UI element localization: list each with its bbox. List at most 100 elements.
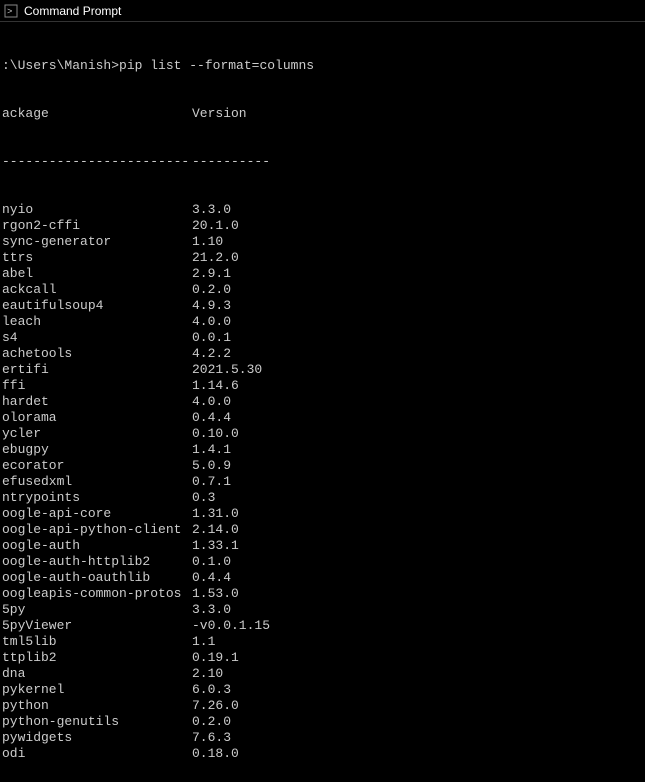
prompt-path: :\Users\Manish>	[2, 58, 119, 73]
package-version: 2.14.0	[192, 522, 239, 538]
package-row: oogle-auth-oauthlib0.4.4	[2, 570, 643, 586]
package-name: ttplib2	[2, 650, 192, 666]
package-row: python-genutils0.2.0	[2, 714, 643, 730]
package-row: s40.0.1	[2, 330, 643, 346]
package-name: ebugpy	[2, 442, 192, 458]
window-title: Command Prompt	[24, 4, 121, 18]
package-name: oogleapis-common-protos	[2, 586, 192, 602]
package-name: ecorator	[2, 458, 192, 474]
package-version: 20.1.0	[192, 218, 239, 234]
package-version: 0.0.1	[192, 330, 231, 346]
package-name: sync-generator	[2, 234, 192, 250]
package-version: 0.7.1	[192, 474, 231, 490]
package-version: 0.4.4	[192, 570, 231, 586]
package-name: nyio	[2, 202, 192, 218]
titlebar[interactable]: > Command Prompt	[0, 0, 645, 22]
package-name: rgon2-cffi	[2, 218, 192, 234]
package-version: 4.2.2	[192, 346, 231, 362]
package-name: ackcall	[2, 282, 192, 298]
package-version: 3.3.0	[192, 202, 231, 218]
package-version: -v0.0.1.15	[192, 618, 270, 634]
package-version: 4.9.3	[192, 298, 231, 314]
package-version: 0.2.0	[192, 282, 231, 298]
package-row: oogle-api-python-client2.14.0	[2, 522, 643, 538]
package-version: 1.14.6	[192, 378, 239, 394]
package-name: pykernel	[2, 682, 192, 698]
package-version: 2.10	[192, 666, 223, 682]
package-version: 1.4.1	[192, 442, 231, 458]
package-name: python-genutils	[2, 714, 192, 730]
prompt-command: pip list --format=columns	[119, 58, 314, 73]
package-version: 2021.5.30	[192, 362, 262, 378]
terminal-output[interactable]: :\Users\Manish>pip list --format=columns…	[0, 22, 645, 782]
package-version: 1.1	[192, 634, 215, 650]
package-row: ertifi2021.5.30	[2, 362, 643, 378]
package-row: 5pyViewer-v0.0.1.15	[2, 618, 643, 634]
package-name: eautifulsoup4	[2, 298, 192, 314]
package-row: abel2.9.1	[2, 266, 643, 282]
package-name: efusedxml	[2, 474, 192, 490]
package-row: dna2.10	[2, 666, 643, 682]
package-version: 7.26.0	[192, 698, 239, 714]
package-name: achetools	[2, 346, 192, 362]
package-version: 0.19.1	[192, 650, 239, 666]
package-row: rgon2-cffi20.1.0	[2, 218, 643, 234]
header-row: ackageVersion	[2, 106, 643, 122]
package-name: leach	[2, 314, 192, 330]
package-list: nyio3.3.0rgon2-cffi20.1.0sync-generator1…	[2, 202, 643, 762]
separator-package: ------------------------	[2, 154, 192, 170]
separator-version: ----------	[192, 154, 270, 170]
package-version: 0.10.0	[192, 426, 239, 442]
package-row: nyio3.3.0	[2, 202, 643, 218]
package-version: 1.10	[192, 234, 223, 250]
package-row: ecorator5.0.9	[2, 458, 643, 474]
package-name: ertifi	[2, 362, 192, 378]
package-name: ffi	[2, 378, 192, 394]
package-version: 0.2.0	[192, 714, 231, 730]
package-row: olorama0.4.4	[2, 410, 643, 426]
package-row: tml5lib1.1	[2, 634, 643, 650]
package-name: ttrs	[2, 250, 192, 266]
package-row: achetools4.2.2	[2, 346, 643, 362]
separator-row: ----------------------------------	[2, 154, 643, 170]
package-name: oogle-api-core	[2, 506, 192, 522]
package-row: oogle-auth-httplib20.1.0	[2, 554, 643, 570]
package-version: 1.31.0	[192, 506, 239, 522]
package-name: olorama	[2, 410, 192, 426]
package-name: oogle-auth-httplib2	[2, 554, 192, 570]
package-row: pykernel6.0.3	[2, 682, 643, 698]
package-version: 3.3.0	[192, 602, 231, 618]
package-name: hardet	[2, 394, 192, 410]
cmd-icon: >	[4, 4, 18, 18]
package-name: ycler	[2, 426, 192, 442]
package-version: 4.0.0	[192, 314, 231, 330]
package-version: 5.0.9	[192, 458, 231, 474]
package-version: 0.18.0	[192, 746, 239, 762]
package-row: ebugpy1.4.1	[2, 442, 643, 458]
package-row: odi0.18.0	[2, 746, 643, 762]
svg-text:>: >	[7, 7, 12, 17]
package-version: 0.1.0	[192, 554, 231, 570]
package-version: 1.33.1	[192, 538, 239, 554]
package-name: abel	[2, 266, 192, 282]
package-row: pywidgets7.6.3	[2, 730, 643, 746]
package-version: 21.2.0	[192, 250, 239, 266]
package-row: oogle-auth1.33.1	[2, 538, 643, 554]
package-row: 5py3.3.0	[2, 602, 643, 618]
package-name: ntrypoints	[2, 490, 192, 506]
package-row: python7.26.0	[2, 698, 643, 714]
package-name: s4	[2, 330, 192, 346]
package-name: odi	[2, 746, 192, 762]
package-row: ttrs21.2.0	[2, 250, 643, 266]
package-row: oogleapis-common-protos1.53.0	[2, 586, 643, 602]
package-row: leach4.0.0	[2, 314, 643, 330]
package-version: 0.3	[192, 490, 215, 506]
package-row: efusedxml0.7.1	[2, 474, 643, 490]
package-version: 7.6.3	[192, 730, 231, 746]
package-row: eautifulsoup44.9.3	[2, 298, 643, 314]
header-package: ackage	[2, 106, 192, 122]
package-name: 5py	[2, 602, 192, 618]
package-row: ffi1.14.6	[2, 378, 643, 394]
header-version: Version	[192, 106, 247, 122]
package-row: oogle-api-core1.31.0	[2, 506, 643, 522]
